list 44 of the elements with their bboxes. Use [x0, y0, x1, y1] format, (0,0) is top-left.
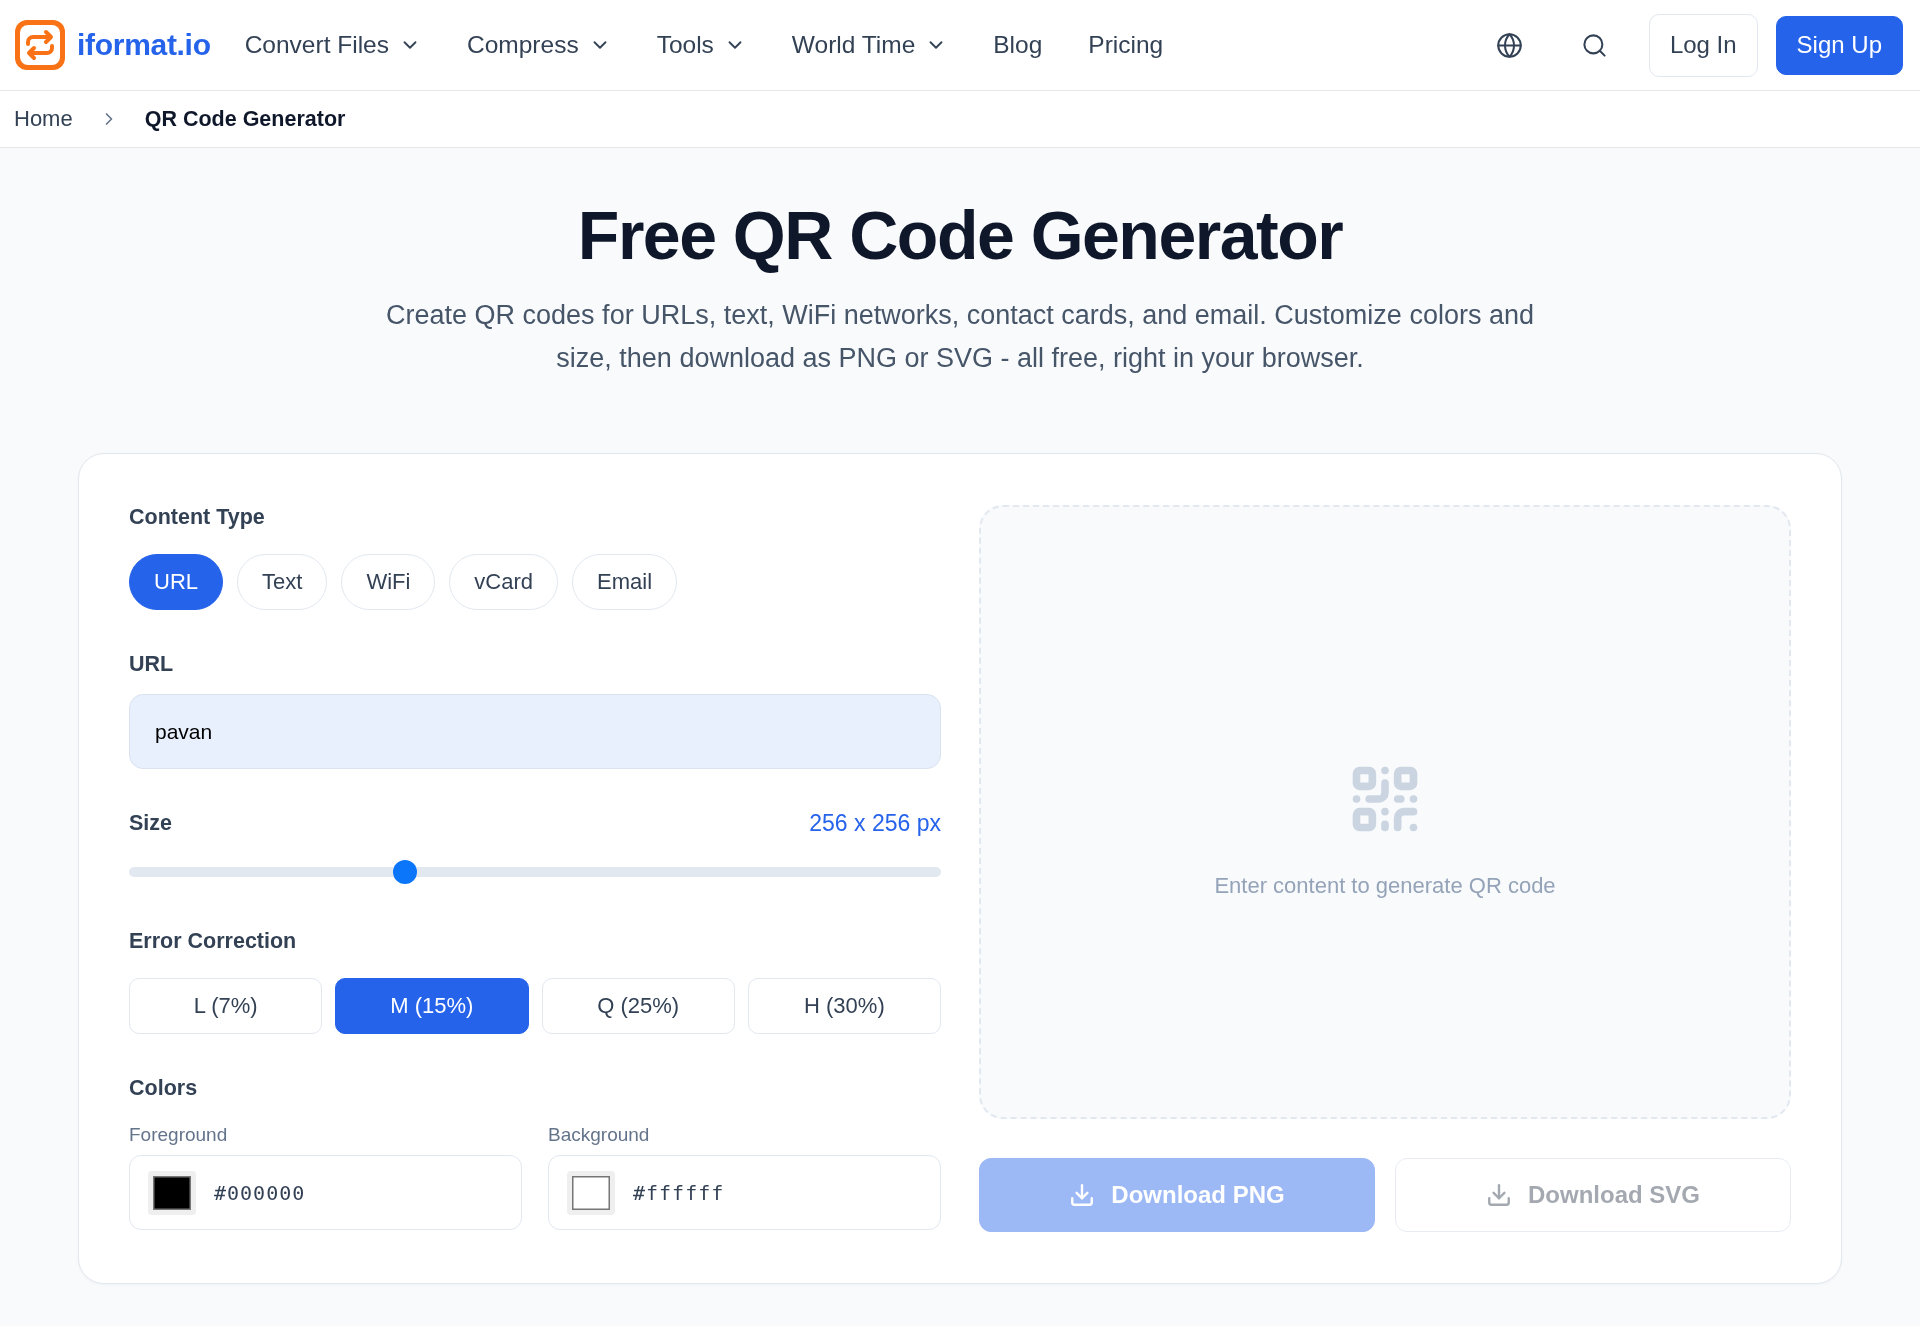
search-icon[interactable] — [1581, 31, 1609, 59]
page-title: Free QR Code Generator — [577, 196, 1343, 274]
color-swatch-icon[interactable] — [148, 1170, 196, 1215]
log-in-button[interactable]: Log In — [1648, 13, 1758, 77]
section-label: Colors — [129, 1076, 199, 1100]
content-type-tab[interactable]: WiFi — [341, 554, 436, 610]
preview-message: Enter content to generate QR code — [1214, 873, 1556, 899]
download-icon — [1069, 1182, 1096, 1208]
nav-link[interactable]: Tools — [656, 31, 746, 59]
globe-icon[interactable] — [1496, 31, 1524, 59]
color-swatch-icon[interactable] — [567, 1170, 615, 1215]
page-subtitle: Create QR codes for URLs, text, WiFi networks, contact cards, and email. Customize colors and size, then download as PNG or SVG - all free, right in your browser. — [385, 299, 1535, 375]
sign-up-button[interactable]: Sign Up — [1775, 15, 1903, 75]
url-input[interactable]: pavan — [129, 694, 941, 769]
section-label: Content Type — [129, 505, 266, 529]
content-type-tab[interactable]: URL — [129, 554, 223, 610]
hex-input[interactable]: #ffffff — [633, 1180, 743, 1205]
color-field[interactable]: #000000 — [129, 1155, 522, 1230]
slider-handle[interactable] — [393, 860, 418, 884]
content-type-tab[interactable]: vCard — [449, 554, 559, 610]
error-correction-option[interactable]: L (7%) — [129, 978, 323, 1034]
current-page-label: QR Code Generator — [144, 106, 346, 132]
size-reading: 256 x 256 px — [809, 811, 941, 835]
error-correction-option[interactable]: Q (25%) — [541, 978, 735, 1034]
field-label: Background — [548, 1124, 651, 1146]
color-field[interactable]: #ffffff — [548, 1155, 941, 1230]
error-correction-option[interactable]: H (30%) — [747, 978, 941, 1034]
logo-icon — [15, 20, 65, 70]
hex-input[interactable]: #000000 — [214, 1180, 324, 1205]
logo-link[interactable]: iformat.io — [15, 20, 211, 70]
nav-link[interactable]: World Time — [791, 31, 948, 59]
breadcrumb-link[interactable]: Home — [14, 106, 73, 132]
section-label: Size — [129, 811, 173, 835]
content-type-tab[interactable]: Text — [237, 554, 328, 610]
nav-link[interactable]: Compress — [467, 31, 611, 59]
nav-link[interactable]: Convert Files — [244, 31, 421, 59]
nav-link[interactable]: Blog — [993, 31, 1043, 59]
error-correction-option[interactable]: M (15%) — [335, 978, 529, 1034]
download-icon — [1486, 1182, 1512, 1208]
nav-link[interactable]: Pricing — [1088, 31, 1164, 59]
content-type-tab[interactable]: Email — [572, 554, 678, 610]
field-label: URL — [129, 652, 175, 676]
section-label: Error Correction — [129, 929, 298, 953]
field-label: Foreground — [129, 1124, 229, 1146]
